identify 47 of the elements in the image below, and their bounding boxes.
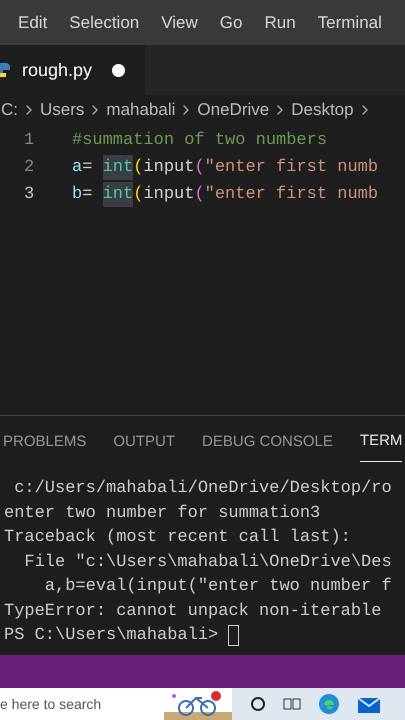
code-token: b	[72, 184, 82, 206]
code-token: input	[143, 184, 194, 206]
terminal-line: enter two number for summation3	[4, 502, 322, 524]
menu-item[interactable]: Selection	[69, 10, 140, 36]
menu-item[interactable]: Go	[220, 10, 242, 36]
panel-tab[interactable]: PROBLEMS	[3, 422, 86, 462]
terminal-prompt: PS C:\Users\mahabali>	[4, 624, 220, 646]
terminal-line: TypeError: cannot unpack non-iterable	[4, 600, 382, 622]
terminal-line: c:/Users/mahabali/OneDrive/Desktop/ro	[13, 478, 393, 500]
code-token: (	[194, 156, 205, 179]
menu-item[interactable]: Run	[264, 10, 296, 36]
terminal-line: File "c:\Users\mahabali\OneDrive\Des	[23, 552, 393, 574]
breadcrumb-item[interactable]: mahabali	[106, 97, 176, 123]
search-field[interactable]: e here to search	[0, 688, 164, 720]
browser-icon[interactable]	[318, 693, 340, 715]
menu-item[interactable]: Edit	[18, 10, 48, 36]
code-token: =	[82, 156, 94, 179]
code-token: int	[102, 154, 134, 180]
code-token: (	[133, 184, 144, 206]
python-icon	[0, 61, 10, 79]
menu-item[interactable]: Terminal	[318, 10, 382, 36]
panel-tab[interactable]: OUTPUT	[113, 422, 176, 462]
code-token: (	[194, 184, 205, 206]
menu-item[interactable]: View	[161, 10, 198, 36]
code-token: a	[72, 156, 82, 179]
code-token: (	[133, 156, 144, 179]
code-token: input	[143, 156, 194, 179]
line-number: 3	[23, 184, 36, 206]
code-token: int	[102, 182, 134, 208]
panel-tab[interactable]: DEBUG CONSOLE	[202, 422, 333, 462]
terminal-line: a,b=eval(input("enter two number f	[44, 576, 393, 598]
breadcrumb-item[interactable]: Users	[40, 97, 84, 123]
line-number: 1	[23, 130, 36, 152]
panel-tab[interactable]: TERM	[360, 422, 402, 462]
code-comment: #summation of two numbers	[72, 130, 328, 152]
code-token: =	[82, 184, 94, 206]
circle-icon[interactable]	[250, 696, 266, 712]
editor-tab[interactable]: rough.py	[0, 45, 146, 95]
breadcrumb-item[interactable]: OneDrive	[197, 97, 270, 123]
code-token: "enter first numb	[204, 184, 378, 206]
code-token: "enter first numb	[204, 156, 378, 179]
breadcrumb-item[interactable]: C:	[1, 97, 18, 123]
cursor-icon	[228, 624, 240, 646]
task-view-icon[interactable]	[283, 696, 301, 712]
breadcrumb-item[interactable]: Desktop	[291, 97, 354, 123]
line-number: 2	[23, 156, 36, 179]
terminal-line: Traceback (most recent call last):	[4, 527, 352, 549]
